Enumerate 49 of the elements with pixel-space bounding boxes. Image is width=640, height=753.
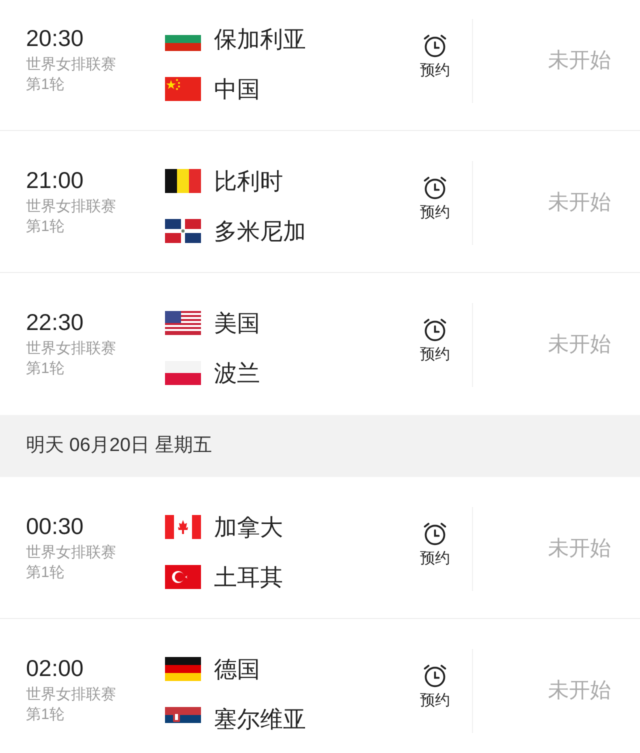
match-status: 未开始 xyxy=(548,332,611,358)
match-status: 未开始 xyxy=(548,48,611,74)
flag-icon xyxy=(165,169,201,193)
reminder-button[interactable]: 预约 xyxy=(415,521,455,569)
team-name: 多米尼加 xyxy=(214,217,306,246)
team-name: 中国 xyxy=(214,75,260,104)
match-time: 02:00 xyxy=(26,654,85,683)
reminder-button[interactable]: 预约 xyxy=(415,33,455,81)
reminder-button[interactable]: 预约 xyxy=(415,663,455,711)
flag-icon xyxy=(165,311,201,335)
reminder-button[interactable]: 预约 xyxy=(415,175,455,223)
match-time: 22:30 xyxy=(26,308,85,337)
flag-icon xyxy=(165,219,201,243)
team-name: 加拿大 xyxy=(214,513,283,542)
round-label: 第1轮 xyxy=(26,217,66,237)
league-name: 世界女排联赛 xyxy=(26,685,117,705)
team-name: 美国 xyxy=(214,309,260,338)
flag-icon xyxy=(165,565,201,589)
date-header: 明天 06月20日 星期五 xyxy=(26,434,212,458)
alarm-clock-icon xyxy=(421,521,449,547)
round-label: 第1轮 xyxy=(26,705,66,725)
team-name: 波兰 xyxy=(214,359,260,388)
alarm-clock-icon xyxy=(421,175,449,201)
alarm-clock-icon xyxy=(421,317,449,343)
flag-icon xyxy=(165,77,201,101)
team-name: 塞尔维亚 xyxy=(214,705,306,734)
reminder-button[interactable]: 预约 xyxy=(415,317,455,365)
league-name: 世界女排联赛 xyxy=(26,339,117,359)
match-time: 00:30 xyxy=(26,512,85,541)
team-name: 土耳其 xyxy=(214,563,283,592)
league-name: 世界女排联赛 xyxy=(26,543,117,563)
team-name: 比利时 xyxy=(214,167,283,196)
flag-icon xyxy=(165,657,201,681)
league-name: 世界女排联赛 xyxy=(26,197,117,217)
team-name: 德国 xyxy=(214,655,260,684)
league-name: 世界女排联赛 xyxy=(26,55,117,75)
flag-icon xyxy=(165,515,201,539)
match-status: 未开始 xyxy=(548,536,611,562)
match-time: 20:30 xyxy=(26,24,85,53)
round-label: 第1轮 xyxy=(26,75,66,95)
match-status: 未开始 xyxy=(548,678,611,704)
alarm-clock-icon xyxy=(421,33,449,59)
flag-icon xyxy=(165,361,201,385)
match-status: 未开始 xyxy=(548,190,611,216)
round-label: 第1轮 xyxy=(26,563,66,583)
match-time: 21:00 xyxy=(26,166,85,195)
alarm-clock-icon xyxy=(421,663,449,689)
round-label: 第1轮 xyxy=(26,359,66,379)
team-name: 保加利亚 xyxy=(214,25,306,54)
